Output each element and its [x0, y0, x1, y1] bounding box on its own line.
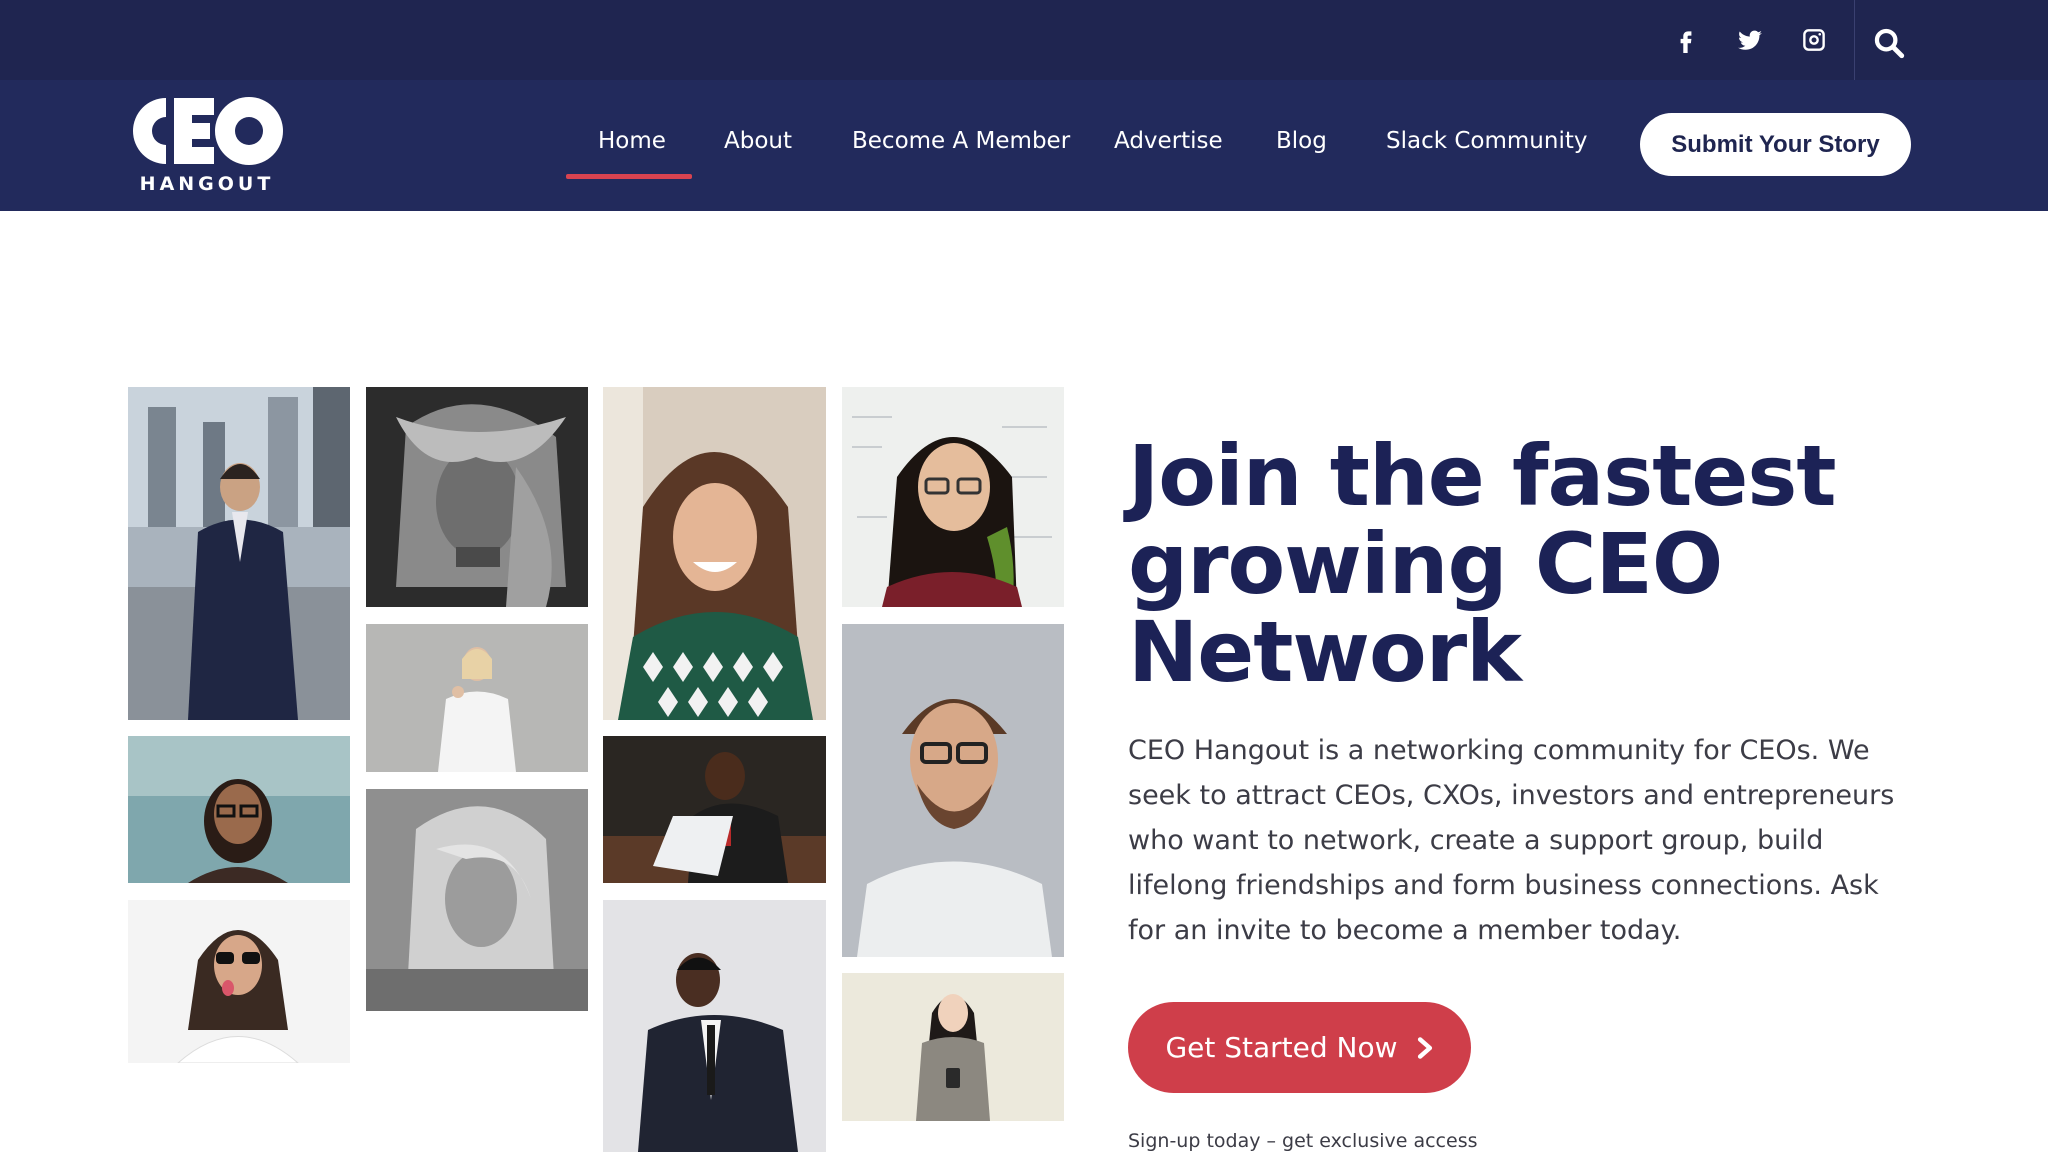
submit-story-button[interactable]: Submit Your Story — [1640, 113, 1911, 176]
nav-home[interactable]: Home — [598, 124, 666, 158]
brand-logo[interactable]: HANGOUT — [128, 93, 286, 197]
nav-become-a-member[interactable]: Become A Member — [852, 124, 1070, 158]
hero-heading: Join the fastest growing CEO Network — [1128, 427, 1836, 701]
member-photo — [603, 736, 826, 883]
member-photo — [842, 973, 1064, 1121]
logo-subtitle: HANGOUT — [139, 173, 275, 195]
member-photo — [366, 624, 588, 772]
member-photo — [128, 900, 350, 1063]
facebook-icon[interactable] — [1670, 24, 1702, 56]
twitter-icon[interactable] — [1734, 24, 1766, 56]
get-started-button[interactable]: Get Started Now — [1128, 1002, 1471, 1093]
nav-active-indicator — [566, 174, 692, 179]
get-started-label: Get Started Now — [1165, 1031, 1398, 1064]
nav-blog[interactable]: Blog — [1276, 124, 1327, 158]
member-photo — [603, 387, 826, 720]
logo-mark — [133, 97, 283, 165]
hero-description: CEO Hangout is a networking community fo… — [1128, 735, 1895, 946]
signup-note: Sign-up today – get exclusive access — [1128, 1130, 1478, 1152]
member-photo — [842, 624, 1064, 957]
search-icon[interactable] — [1872, 26, 1906, 60]
member-photo — [842, 387, 1064, 607]
chevron-right-icon — [1417, 1036, 1432, 1059]
member-photo — [128, 736, 350, 883]
member-photo — [603, 900, 826, 1152]
nav-advertise[interactable]: Advertise — [1114, 124, 1223, 158]
top-utility-bar — [0, 0, 2048, 80]
topbar-divider — [1854, 0, 1855, 80]
member-photo — [128, 387, 350, 720]
member-photo — [366, 387, 588, 607]
nav-slack-community[interactable]: Slack Community — [1386, 124, 1587, 158]
instagram-icon[interactable] — [1798, 24, 1830, 56]
member-photo — [366, 789, 588, 1011]
nav-about[interactable]: About — [724, 124, 792, 158]
